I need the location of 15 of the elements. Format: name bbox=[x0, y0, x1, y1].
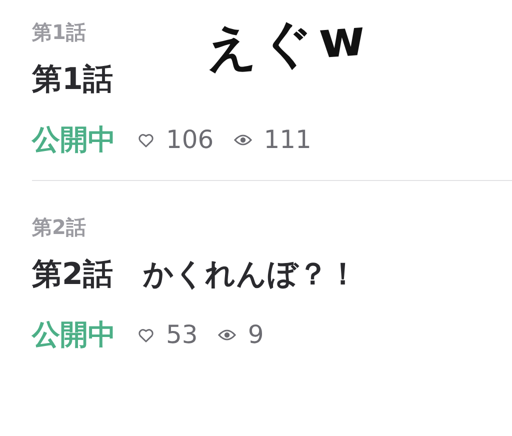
eye-icon bbox=[234, 134, 252, 146]
episode-number: 第1話 bbox=[32, 19, 86, 46]
status-label: 公開中 bbox=[32, 317, 116, 353]
heart-icon bbox=[138, 132, 154, 148]
status-label: 公開中 bbox=[32, 122, 116, 158]
handwritten-note: えぐw bbox=[202, 7, 374, 80]
like-count: 53 bbox=[166, 319, 198, 351]
episode-title[interactable]: 第1話 bbox=[32, 60, 113, 100]
view-count: 111 bbox=[264, 124, 312, 156]
episode-number: 第2話 bbox=[32, 214, 86, 241]
heart-icon bbox=[138, 328, 154, 342]
eye-icon bbox=[218, 329, 236, 341]
view-count: 9 bbox=[248, 319, 264, 351]
like-count: 106 bbox=[166, 124, 214, 156]
episode-title[interactable]: 第2話 かくれんぼ？！ bbox=[32, 255, 358, 295]
